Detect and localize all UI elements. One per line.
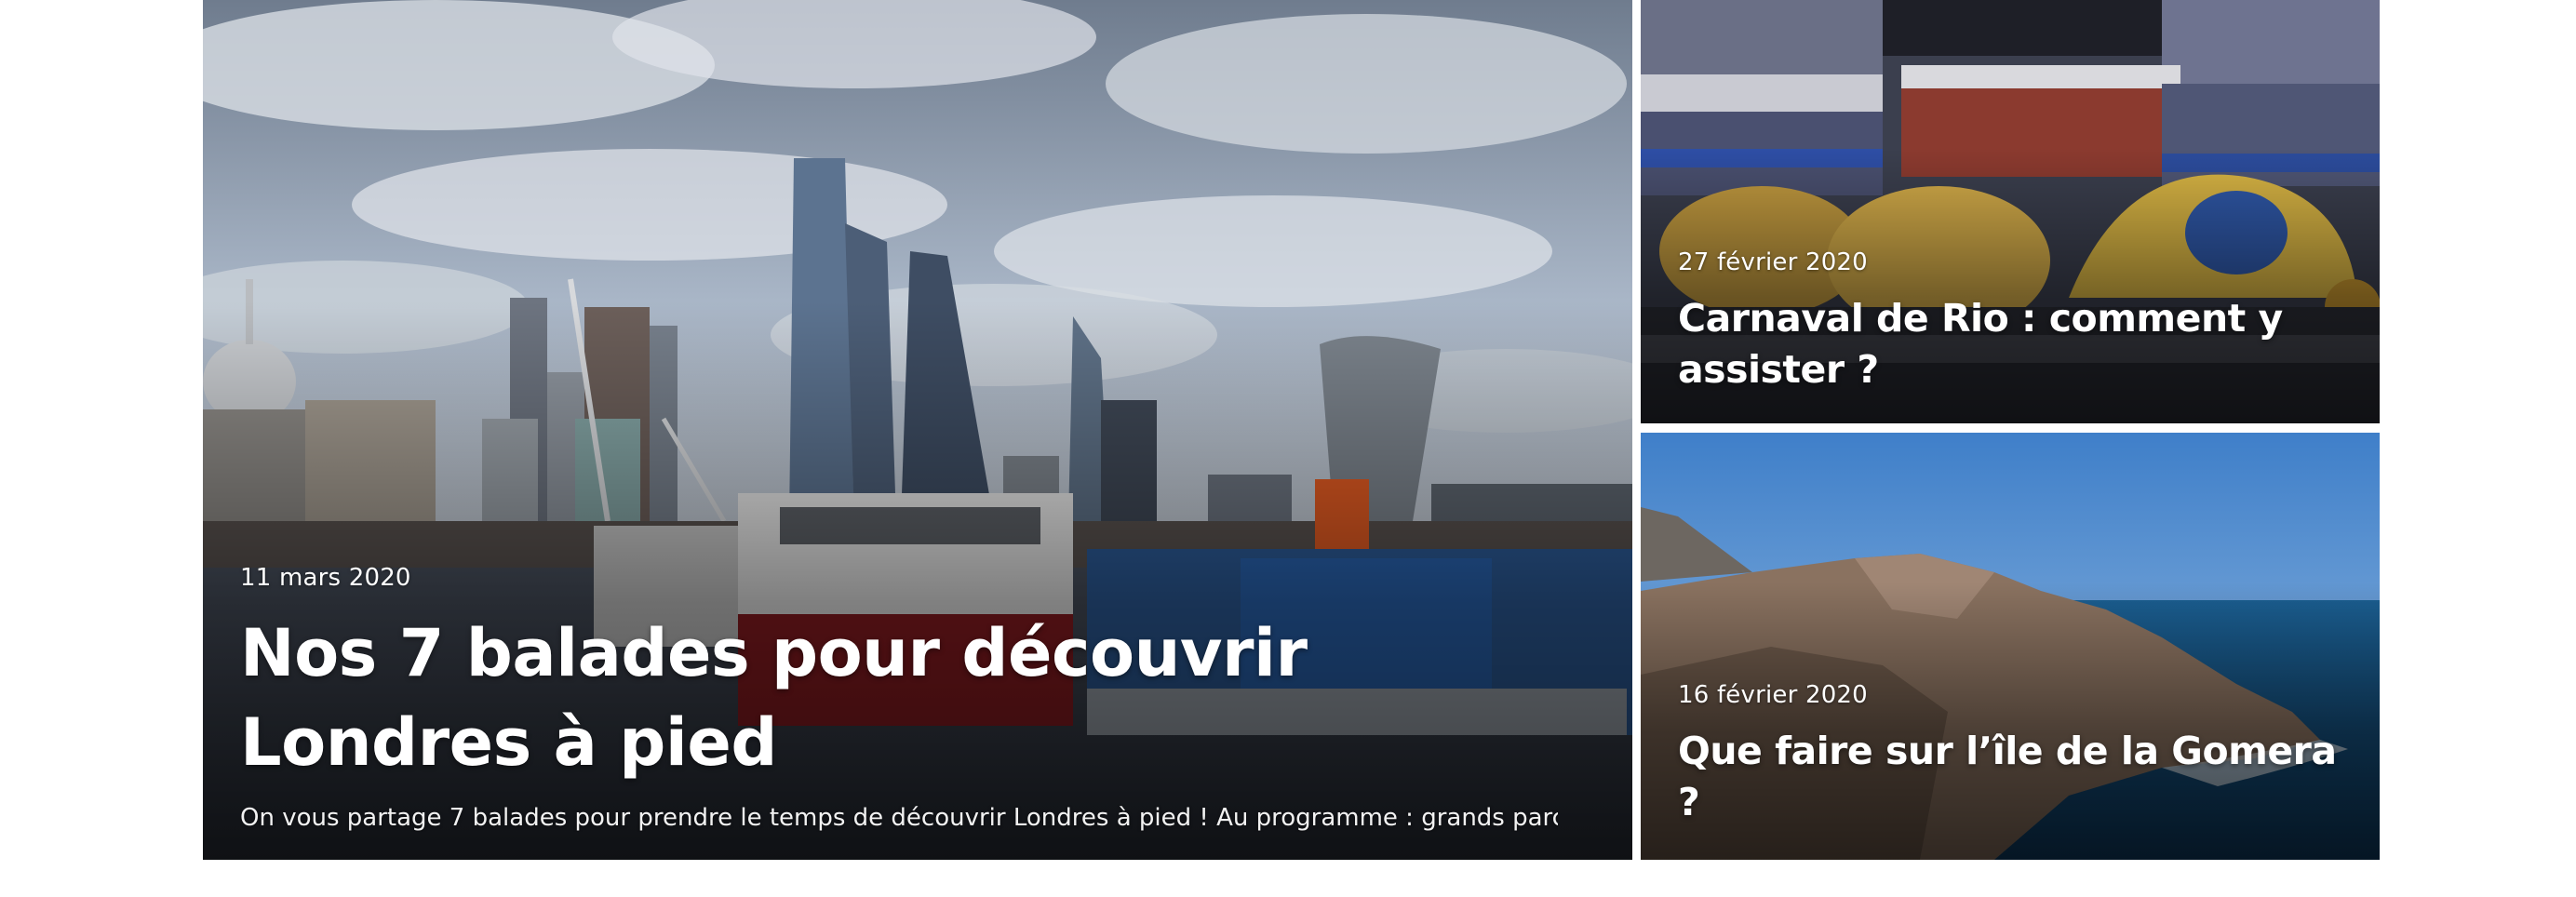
- article-card-london[interactable]: 11 mars 2020 Nos 7 balades pour découvri…: [203, 0, 1632, 860]
- article-title[interactable]: Carnaval de Rio : comment y assister ?: [1678, 293, 2342, 395]
- article-date: 16 février 2020: [1678, 681, 1868, 709]
- article-title[interactable]: Nos 7 balades pour découvrir Londres à p…: [240, 609, 1558, 787]
- article-date: 27 février 2020: [1678, 248, 1868, 276]
- article-excerpt: On vous partage 7 balades pour prendre l…: [240, 804, 1558, 832]
- article-date: 11 mars 2020: [240, 564, 411, 592]
- featured-articles-grid: 11 mars 2020 Nos 7 balades pour découvri…: [0, 0, 2576, 897]
- article-card-gomera[interactable]: 16 février 2020 Que faire sur l’île de l…: [1641, 433, 2380, 860]
- article-text: 16 février 2020 Que faire sur l’île de l…: [1641, 681, 2380, 860]
- article-text: 11 mars 2020 Nos 7 balades pour découvri…: [203, 564, 1632, 860]
- article-card-rio[interactable]: 27 février 2020 Carnaval de Rio : commen…: [1641, 0, 2380, 423]
- article-text: 27 février 2020 Carnaval de Rio : commen…: [1641, 248, 2380, 423]
- article-title[interactable]: Que faire sur l’île de la Gomera ?: [1678, 726, 2342, 828]
